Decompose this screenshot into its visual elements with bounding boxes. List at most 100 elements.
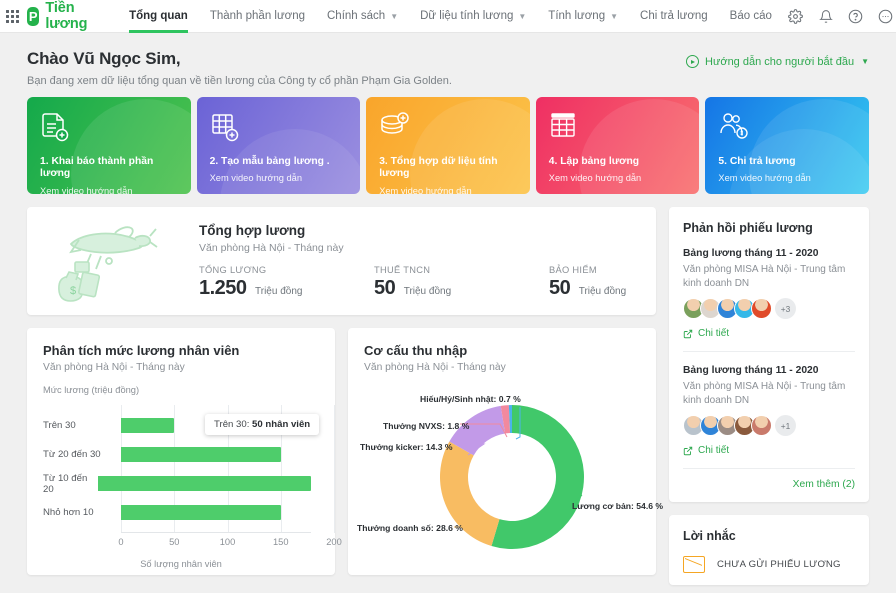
bar-row[interactable]: Từ 10 đến 20 [43, 469, 311, 498]
chevron-down-icon: ▼ [390, 11, 399, 21]
x-tick-label: 50 [169, 537, 180, 547]
reminder-text: CHƯA GỬI PHIẾU LƯƠNG [717, 559, 841, 570]
grid-apps-icon[interactable] [6, 9, 19, 23]
avatar-overflow-count[interactable]: +1 [775, 415, 796, 436]
avatar[interactable] [751, 415, 772, 436]
step-card-3[interactable]: 3. Tổng hợp dữ liệu tính lương Xem video… [366, 97, 530, 194]
svg-text:$: $ [70, 285, 76, 297]
stat-value: 1.250 [199, 276, 247, 299]
nav-label: Tổng quan [129, 10, 188, 22]
reminder-item[interactable]: CHƯA GỬI PHIẾU LƯƠNG [683, 556, 855, 573]
nav-item-bao-cao[interactable]: Báo cáo [719, 0, 783, 33]
bar-row[interactable]: Nhỏ hơn 10 [43, 498, 311, 527]
feedback-detail-link-2[interactable]: Chi tiết [683, 445, 855, 456]
bar[interactable] [121, 447, 281, 462]
nav-item-chinh-sach[interactable]: Chính sách ▼ [316, 0, 409, 33]
feedback-title: Phản hồi phiếu lương [683, 221, 813, 235]
help-icon[interactable] [843, 3, 869, 29]
right-column: Phản hồi phiếu lương Bảng lương tháng 11… [669, 207, 869, 585]
chart-subtitle: Văn phòng Hà Nội - Tháng này [364, 362, 506, 373]
bar[interactable] [98, 476, 311, 491]
bell-icon[interactable] [813, 3, 839, 29]
avatar[interactable] [751, 298, 772, 319]
brand-logo-link[interactable]: P Tiền lương [27, 0, 94, 32]
bar-category-label: Trên 30 [43, 420, 76, 431]
summary-subtitle: Văn phòng Hà Nội - Tháng này [199, 241, 344, 254]
avatar-group: +3 [683, 298, 855, 319]
bar-row[interactable]: Từ 20 đến 30 [43, 440, 311, 469]
step-card-2[interactable]: 2. Tạo mẫu bảng lương . Xem video hướng … [196, 97, 361, 194]
topbar-actions [783, 3, 896, 29]
step-card-sub: Xem video hướng dẫn [718, 173, 811, 184]
nav-label: Chi trả lương [640, 10, 708, 22]
step-card-5[interactable]: 5. Chi trả lương Xem video hướng dẫn [705, 97, 869, 194]
stat-label: BẢO HIỂM [549, 264, 597, 275]
brand-name: Tiền lương [45, 0, 88, 32]
summary-stats: TỔNG LƯƠNG 1.250 Triệu đồng THUẾ TNCN 50… [199, 265, 656, 300]
chevron-down-icon: ▼ [861, 57, 869, 66]
envelope-warning-icon [683, 556, 705, 573]
page-subtitle: Bạn đang xem dữ liệu tổng quan về tiền l… [27, 75, 452, 87]
more-icon[interactable] [873, 3, 896, 29]
left-column: $ Tổng hợp lương Văn phòng Hà Nội - Thán… [27, 207, 663, 585]
income-structure-chart: Cơ cấu thu nhập Văn phòng Hà Nội - Tháng… [348, 328, 663, 575]
avatar-overflow-count[interactable]: +3 [775, 298, 796, 319]
gridline [334, 405, 335, 533]
x-tick-label: 150 [272, 537, 289, 547]
stat-bao-hiem: BẢO HIỂM 50 Triệu đồng [549, 265, 656, 300]
feedback-detail-link-1[interactable]: Chi tiết [683, 328, 855, 339]
reminder-title: Lời nhắc [683, 529, 736, 543]
step-cards: 1. Khai báo thành phần lương Xem video h… [0, 97, 896, 194]
beginner-guide-button[interactable]: Hướng dẫn cho người bắt đầu ▼ [686, 55, 869, 68]
nav-item-chi-tra-luong[interactable]: Chi trả lương [629, 0, 719, 33]
play-icon [686, 55, 700, 68]
donut-label-doanh-so: Thưởng doanh số: 28.6 % [357, 523, 463, 533]
salary-summary-card: $ Tổng hợp lương Văn phòng Hà Nội - Thán… [27, 207, 656, 315]
feedback-name: Bảng lương tháng 11 - 2020 [683, 248, 819, 259]
nav-item-tinh-luong[interactable]: Tính lương ▼ [537, 0, 629, 33]
chart-xlabel: Số lượng nhân viên [140, 559, 222, 569]
greeting-section: Chào Vũ Ngọc Sim, Bạn đang xem dữ liệu t… [0, 33, 896, 97]
stat-label: TỔNG LƯƠNG [199, 264, 267, 275]
step-card-sub: Xem video hướng dẫn [40, 185, 133, 194]
bar[interactable] [121, 505, 281, 520]
brand-mark-icon: P [27, 6, 40, 26]
see-more-link[interactable]: Xem thêm (2) [683, 479, 855, 490]
summary-title: Tổng hợp lương [199, 222, 306, 238]
page-body: Chào Vũ Ngọc Sim, Bạn đang xem dữ liệu t… [0, 33, 896, 593]
external-link-icon [683, 446, 693, 455]
bar-chart-area: Trên 30 Từ 20 đến 30 Từ 10 đến 20 Nhỏ hơn 1… [43, 405, 342, 555]
nav-item-tong-quan[interactable]: Tổng quan [118, 0, 199, 33]
nav-item-thanh-phan-luong[interactable]: Thành phần lương [199, 0, 316, 33]
nav-label: Chính sách [327, 10, 386, 22]
feedback-item-2: Bảng lương tháng 11 - 2020 Văn phòng MIS… [683, 365, 855, 456]
bar-category-label: Từ 20 đến 30 [43, 449, 101, 460]
x-tick-label: 200 [326, 537, 342, 547]
summary-body: Tổng hợp lương Văn phòng Hà Nội - Tháng … [199, 223, 656, 300]
donut-label-kicker: Thưởng kicker: 14.3 % [360, 442, 453, 452]
chart-subtitle: Văn phòng Hà Nội - Tháng này [43, 362, 185, 373]
donut-svg [440, 405, 584, 549]
detail-label: Chi tiết [698, 328, 730, 339]
x-tick-label: 100 [219, 537, 236, 547]
chevron-down-icon: ▼ [610, 11, 619, 21]
step-card-sub: Xem video hướng dẫn [379, 185, 472, 194]
tooltip-category: Trên 30: [214, 419, 253, 430]
feedback-name: Bảng lương tháng 11 - 2020 [683, 365, 819, 376]
x-tick-label: 0 [118, 537, 124, 547]
bar-wrapper [121, 505, 311, 520]
step-card-1[interactable]: 1. Khai báo thành phần lương Xem video h… [27, 97, 191, 194]
reminder-card: Lời nhắc CHƯA GỬI PHIẾU LƯƠNG [669, 515, 869, 585]
airplane-money-illustration: $ [58, 225, 158, 302]
nav-item-du-lieu-tinh-luong[interactable]: Dữ liệu tính lương ▼ [409, 0, 537, 33]
chart-axis [121, 532, 311, 533]
nav-label: Tính lương [548, 10, 606, 22]
step-card-sub: Xem video hướng dẫn [548, 173, 642, 184]
bar[interactable] [121, 418, 175, 433]
gear-icon[interactable] [783, 3, 809, 29]
step-card-4[interactable]: 4. Lập bảng lương Xem video hướng dẫn [535, 97, 700, 194]
bar-wrapper [98, 476, 311, 491]
bar-category-label: Nhỏ hơn 10 [43, 507, 94, 518]
payslip-feedback-card: Phản hồi phiếu lương Bảng lương tháng 11… [669, 207, 869, 502]
charts-row: Phân tích mức lương nhân viên Văn phòng … [27, 328, 663, 575]
